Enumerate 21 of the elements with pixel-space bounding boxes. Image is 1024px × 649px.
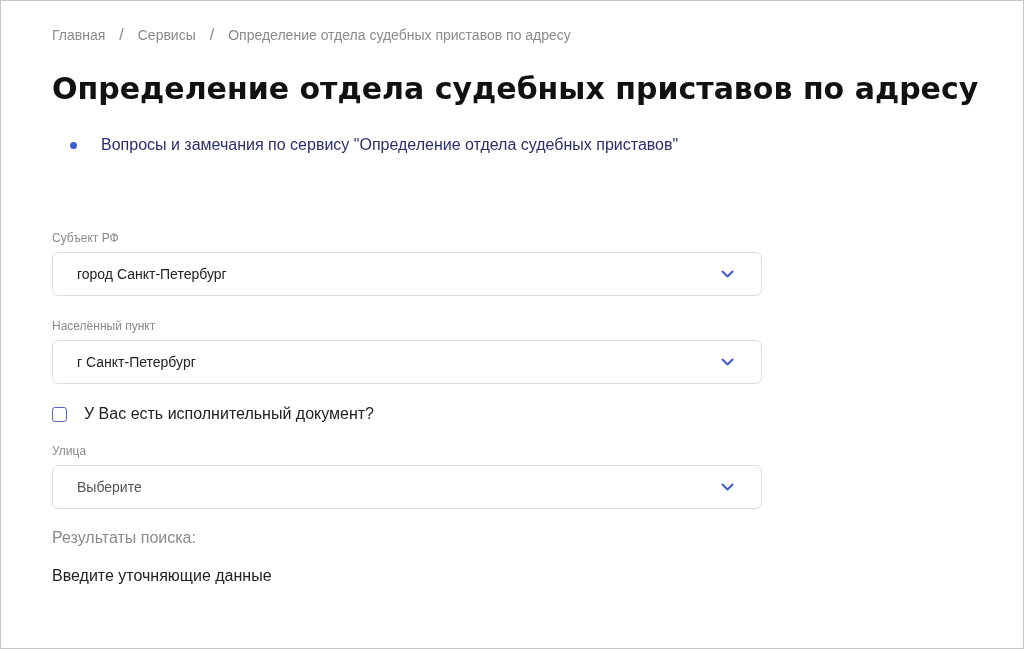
dropdown-field[interactable]: Выберите xyxy=(52,465,762,509)
field-label: Субъект РФ xyxy=(52,231,119,245)
feedback-link[interactable]: Вопросы и замечания по сервису "Определение отдела судебных приставов" xyxy=(101,136,679,154)
chevron-down-icon xyxy=(721,483,734,491)
breadcrumb-link[interactable]: Определение отдела судебных приставов по адресу xyxy=(228,27,571,43)
checkbox-label: У Вас есть исполнительный документ? xyxy=(84,405,374,423)
page-title: Определение отдела судебных приставов по адресу xyxy=(52,71,979,106)
results-message: Введите уточняющие данные xyxy=(52,567,272,585)
dropdown-field[interactable]: г Санкт-Петербург xyxy=(52,340,762,384)
dropdown-field[interactable]: город Санкт-Петербург xyxy=(52,252,762,296)
field-label: Населённый пункт xyxy=(52,319,156,333)
breadcrumb-separator: / xyxy=(209,26,215,44)
breadcrumb-link[interactable]: Сервисы xyxy=(137,27,196,43)
chevron-down-icon xyxy=(721,270,734,278)
field-label: Улица xyxy=(52,444,87,458)
breadcrumb-separator: / xyxy=(119,26,124,44)
checkbox[interactable] xyxy=(52,406,67,422)
results-heading: Результаты поиска: xyxy=(52,529,196,547)
bullet-icon xyxy=(70,141,77,149)
chevron-down-icon xyxy=(721,358,734,366)
breadcrumb-link[interactable]: Главная xyxy=(52,27,106,43)
